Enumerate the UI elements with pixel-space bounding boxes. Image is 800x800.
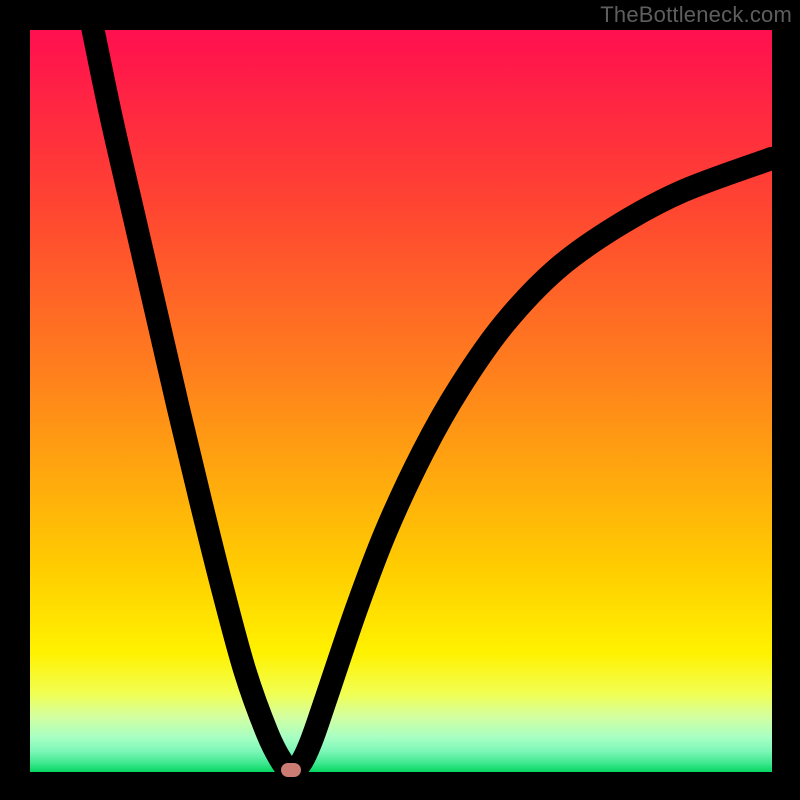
bottleneck-curve-path [93,30,772,770]
plot-area [30,30,772,772]
chart-frame: TheBottleneck.com [0,0,800,800]
curve-svg [30,30,772,772]
watermark-text: TheBottleneck.com [600,2,792,28]
